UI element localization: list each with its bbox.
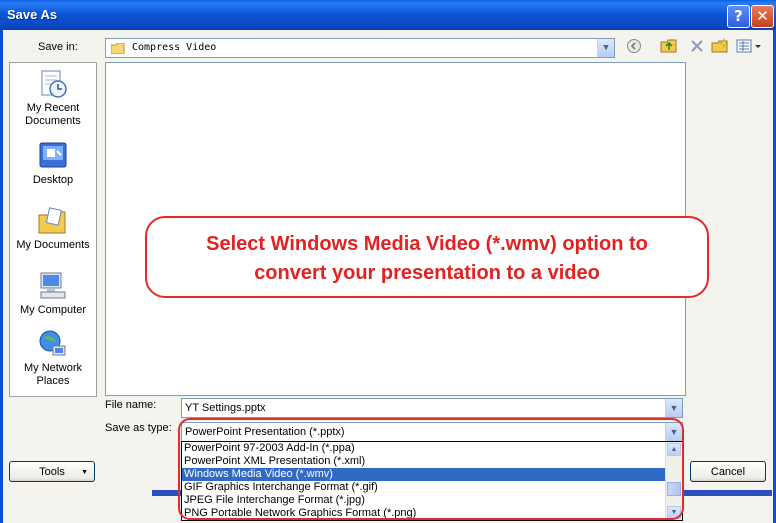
title-bar[interactable]: Save As ? ✕: [0, 0, 776, 30]
save-in-label: Save in:: [38, 41, 78, 53]
place-label: My Documents: [16, 239, 90, 251]
help-button[interactable]: ?: [727, 5, 750, 28]
new-folder-icon[interactable]: [711, 38, 729, 56]
save-in-value: Compress Video: [132, 42, 217, 53]
place-my-documents[interactable]: My Documents: [10, 206, 96, 252]
views-icon[interactable]: [735, 38, 763, 56]
place-label: My Network Places: [23, 362, 83, 387]
tools-button[interactable]: Tools ▼: [9, 461, 95, 482]
callout-line-2: convert your presentation to a video: [254, 262, 600, 284]
recent-documents-icon: [41, 70, 67, 98]
save-as-type-label: Save as type:: [105, 422, 172, 434]
place-desktop[interactable]: Desktop: [10, 141, 96, 187]
file-name-input[interactable]: YT Settings.pptx ▼: [181, 398, 683, 418]
my-computer-icon: [40, 272, 66, 299]
place-network-places[interactable]: My Network Places: [10, 329, 96, 388]
tools-label: Tools: [39, 466, 65, 478]
file-name-value: YT Settings.pptx: [185, 402, 266, 414]
save-as-type-select[interactable]: PowerPoint Presentation (*.pptx) ▼: [181, 422, 683, 442]
place-label: My Computer: [19, 304, 87, 316]
scroll-up-icon[interactable]: ▲: [667, 443, 681, 456]
places-bar: My Recent Documents Desktop My Documents…: [9, 62, 97, 397]
my-documents-icon: [38, 207, 66, 234]
cancel-button[interactable]: Cancel: [690, 461, 766, 482]
instruction-callout: Select Windows Media Video (*.wmv) optio…: [145, 216, 709, 298]
dropdown-scrollbar[interactable]: ▲ ▼: [665, 442, 682, 520]
scroll-thumb[interactable]: [667, 482, 681, 496]
chevron-down-icon[interactable]: ▼: [665, 399, 682, 417]
file-name-label: File name:: [105, 399, 157, 411]
back-icon[interactable]: [625, 38, 643, 56]
save-as-type-dropdown[interactable]: PowerPoint 97-2003 Add-In (*.ppa) PowerP…: [181, 441, 683, 521]
window-title: Save As: [7, 7, 58, 22]
dropdown-option[interactable]: JPEG File Interchange Format (*.jpg): [182, 494, 682, 507]
dropdown-option[interactable]: PowerPoint XML Presentation (*.xml): [182, 455, 682, 468]
save-in-combo[interactable]: Compress Video ▼: [105, 38, 615, 58]
dropdown-option-selected[interactable]: Windows Media Video (*.wmv): [182, 468, 682, 481]
place-label: My Recent Documents: [25, 102, 81, 127]
scroll-down-icon[interactable]: ▼: [667, 506, 681, 519]
window-border-left: [0, 30, 3, 523]
desktop-icon: [39, 142, 67, 168]
dropdown-option[interactable]: GIF Graphics Interchange Format (*.gif): [182, 481, 682, 494]
dropdown-option[interactable]: PNG Portable Network Graphics Format (*.…: [182, 507, 682, 520]
close-button[interactable]: ✕: [751, 5, 774, 28]
place-recent-documents[interactable]: My Recent Documents: [10, 69, 96, 128]
help-icon: ?: [734, 7, 743, 25]
folder-icon: [111, 43, 125, 54]
place-my-computer[interactable]: My Computer: [10, 271, 96, 317]
chevron-down-icon[interactable]: ▼: [597, 39, 614, 57]
network-places-icon: [39, 330, 66, 356]
place-label: Desktop: [32, 174, 74, 186]
delete-icon[interactable]: [688, 38, 706, 56]
dropdown-option[interactable]: PowerPoint 97-2003 Add-In (*.ppa): [182, 442, 682, 455]
chevron-down-icon[interactable]: ▼: [665, 423, 682, 441]
save-as-type-value: PowerPoint Presentation (*.pptx): [185, 426, 345, 438]
callout-line-1: Select Windows Media Video (*.wmv) optio…: [206, 233, 648, 255]
up-folder-icon[interactable]: [660, 38, 678, 56]
close-icon: ✕: [756, 7, 769, 25]
dropdown-arrow-icon: ▼: [81, 469, 88, 476]
cancel-label: Cancel: [710, 466, 746, 478]
